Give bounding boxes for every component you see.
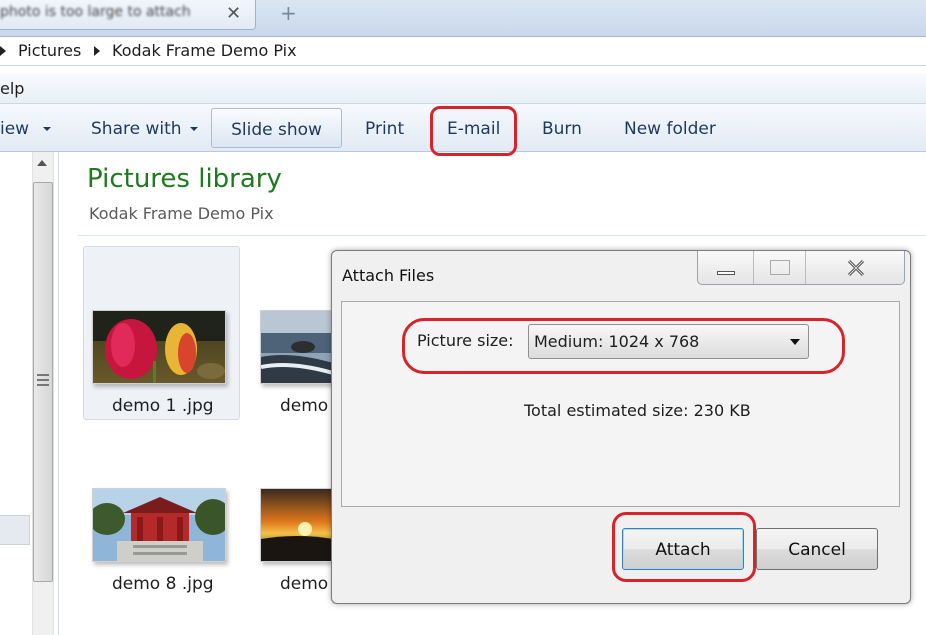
breadcrumb-chevron-icon[interactable] bbox=[94, 46, 100, 56]
slide-show-label: Slide show bbox=[231, 120, 322, 140]
file-thumbnail-sunset[interactable] bbox=[260, 488, 332, 562]
new-tab-icon[interactable]: + bbox=[280, 1, 297, 25]
browser-tab-title: photo is too large to attach bbox=[0, 4, 191, 20]
browser-tab-strip: photo is too large to attach ✕ + bbox=[0, 0, 926, 36]
minimize-icon bbox=[717, 271, 735, 275]
dialog-title: Attach Files bbox=[342, 266, 435, 285]
estimated-size-text: Total estimated size: 230 KB bbox=[524, 401, 751, 420]
chevron-down-icon bbox=[43, 127, 52, 131]
library-subtitle: Kodak Frame Demo Pix bbox=[89, 204, 274, 223]
browser-tab[interactable]: photo is too large to attach ✕ bbox=[0, 0, 256, 30]
chevron-down-icon bbox=[189, 127, 198, 131]
file-name[interactable]: demo bbox=[280, 574, 328, 594]
maximize-icon bbox=[770, 260, 790, 275]
print-button[interactable]: Print bbox=[365, 119, 404, 139]
email-highlight bbox=[430, 106, 517, 156]
navigation-pane-selected-item[interactable] bbox=[0, 515, 30, 545]
navigation-pane bbox=[0, 152, 32, 635]
share-with-label: Share with bbox=[91, 119, 182, 139]
file-name[interactable]: demo 1 .jpg bbox=[112, 396, 214, 416]
menu-bar: elp bbox=[0, 74, 926, 104]
page-title: Pictures library bbox=[87, 164, 282, 194]
picture-size-highlight bbox=[402, 318, 845, 374]
close-tab-icon[interactable]: ✕ bbox=[226, 3, 241, 24]
file-thumbnail-coast[interactable] bbox=[260, 310, 332, 384]
pane-divider bbox=[58, 152, 59, 635]
cancel-button[interactable]: Cancel bbox=[756, 528, 878, 570]
breadcrumb-current-folder[interactable]: Kodak Frame Demo Pix bbox=[112, 41, 297, 60]
minimize-button[interactable] bbox=[698, 251, 754, 284]
view-button[interactable]: iew bbox=[0, 119, 52, 139]
breadcrumb-chevron-icon[interactable] bbox=[0, 46, 6, 56]
file-thumbnail-pagoda[interactable] bbox=[92, 488, 226, 562]
dialog-window-controls bbox=[697, 251, 905, 285]
slide-show-button[interactable]: Slide show bbox=[211, 108, 342, 148]
maximize-button[interactable] bbox=[754, 251, 806, 284]
close-button[interactable] bbox=[806, 251, 904, 284]
dialog-separator bbox=[341, 506, 900, 507]
menu-help[interactable]: elp bbox=[0, 79, 24, 98]
burn-button[interactable]: Burn bbox=[542, 119, 582, 139]
cancel-button-label: Cancel bbox=[788, 540, 846, 560]
attach-highlight bbox=[612, 512, 756, 582]
new-folder-button[interactable]: New folder bbox=[624, 119, 716, 139]
header-divider bbox=[78, 235, 926, 236]
breadcrumb-pictures[interactable]: Pictures bbox=[18, 41, 81, 60]
scrollbar-grip-icon bbox=[37, 374, 49, 386]
breadcrumb[interactable]: Pictures Kodak Frame Demo Pix bbox=[0, 36, 926, 66]
file-thumbnail-tulips[interactable] bbox=[92, 310, 226, 384]
share-with-button[interactable]: Share with bbox=[91, 119, 198, 139]
close-icon bbox=[847, 259, 865, 277]
scroll-up-icon[interactable] bbox=[37, 160, 47, 166]
view-label: iew bbox=[0, 119, 30, 139]
file-name[interactable]: demo bbox=[280, 396, 328, 416]
file-name[interactable]: demo 8 .jpg bbox=[112, 574, 214, 594]
